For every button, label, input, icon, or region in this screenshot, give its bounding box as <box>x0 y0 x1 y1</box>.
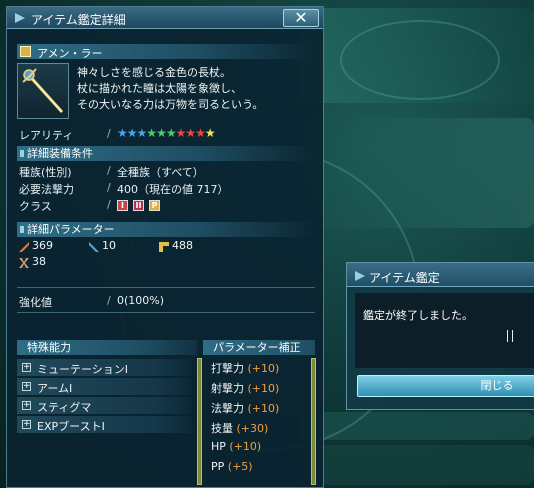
correction-label: 法撃力 <box>211 402 244 415</box>
rarity-star-icon: ★ <box>126 126 138 140</box>
staff-icon <box>22 68 64 114</box>
correction-heading: パラメーター補正 <box>203 340 315 355</box>
weapon-description-line: 神々しさを感じる金色の長杖。 <box>77 66 231 79</box>
stat-tech: 488 <box>172 239 193 252</box>
rarity-star-icon: ★ <box>117 126 128 140</box>
background-ring <box>340 20 500 100</box>
separator-slash: / <box>107 127 111 140</box>
item-detail-panel: アイテム鑑定詳細 ✕ アメン・ラー 神々しさを感じる金色の長杖。 杖に描かれた瞳… <box>6 6 324 488</box>
dialog-title: アイテム鑑定 <box>369 271 440 285</box>
expand-icon: + <box>22 381 31 391</box>
req-label-race: 種族(性別) <box>19 166 72 179</box>
ability-label: アームI <box>37 382 73 395</box>
ability-label: ミューテーションI <box>37 363 129 376</box>
ability-item[interactable]: + EXPブーストI <box>17 416 192 433</box>
rod-icon <box>20 46 31 57</box>
stat-dexterity: 38 <box>32 255 46 268</box>
parameters-heading: 詳細パラメーター <box>17 222 315 237</box>
correction-value: (+10) <box>247 402 280 415</box>
rarity-star-icon: ★ <box>195 126 206 140</box>
rarity-star-icon: ★ <box>156 126 167 140</box>
panel-title: アイテム鑑定詳細 <box>31 13 126 27</box>
title-marker-icon <box>355 271 365 281</box>
dialog-message: 鑑定が終了しました。 <box>363 309 473 322</box>
correction-value: (+10) <box>247 382 280 395</box>
class-phantom-icon: P <box>149 200 160 211</box>
correction-label: PP <box>211 460 225 473</box>
background-structure <box>300 445 534 485</box>
correction-value: (+30) <box>236 422 269 435</box>
divider <box>17 312 315 313</box>
rarity-star-icon: ★ <box>185 126 196 140</box>
abilities-scrollbar[interactable] <box>197 358 202 485</box>
ability-item[interactable]: + スティグマ <box>17 397 192 414</box>
tech-attack-icon <box>159 242 169 252</box>
weapon-name: アメン・ラー <box>37 47 103 60</box>
panel-title-bar[interactable]: アイテム鑑定詳細 ✕ <box>7 7 323 29</box>
req-value-race: 全種族（すべて） <box>117 166 204 179</box>
req-label-tech: 必要法撃力 <box>19 183 74 196</box>
rarity-star-icon: ★ <box>136 126 148 140</box>
correction-label: 打撃力 <box>211 362 244 375</box>
correction-label: 技量 <box>211 422 233 435</box>
dialog-close-button[interactable]: 閉じる <box>357 375 534 397</box>
rarity-star-icon: ★ <box>146 126 157 140</box>
rarity-star-icon: ★ <box>204 126 216 140</box>
weapon-description-line: その大いなる力は万物を司るという。 <box>77 98 264 111</box>
rarity-stars: ★★★★★★★★★★ <box>117 126 216 140</box>
rarity-star-icon: ★ <box>165 126 177 140</box>
appraisal-dialog: アイテム鑑定 鑑定が終了しました。 閉じる <box>346 262 534 410</box>
correction-row: PP (+5) <box>211 460 253 473</box>
grind-label: 強化値 <box>19 296 52 309</box>
req-label-class: クラス <box>19 200 52 213</box>
separator-slash: / <box>107 164 111 177</box>
weapon-description-line: 杖に描かれた瞳は太陽を象徴し、 <box>77 82 242 95</box>
dialog-title-bar[interactable]: アイテム鑑定 <box>347 263 534 287</box>
correction-value: (+5) <box>227 460 253 473</box>
correction-row: 法撃力 (+10) <box>211 400 279 416</box>
expand-icon: + <box>22 419 31 429</box>
dexterity-icon <box>19 258 29 268</box>
ability-item[interactable]: + アームI <box>17 378 192 395</box>
weapon-name-bar: アメン・ラー <box>17 44 315 60</box>
correction-row: HP (+10) <box>211 440 261 453</box>
stat-ranged: 10 <box>102 239 116 252</box>
grind-value: 0(100%) <box>117 294 165 307</box>
divider <box>17 287 315 288</box>
abilities-section: 特殊能力 + ミューテーションI + アームI + スティグマ + EXPブース… <box>17 340 202 485</box>
weapon-image <box>17 63 69 119</box>
correction-section: パラメーター補正 打撃力 (+10) 射撃力 (+10) 法撃力 (+10) 技… <box>203 340 316 485</box>
ability-item[interactable]: + ミューテーションI <box>17 359 192 376</box>
correction-label: 射撃力 <box>211 382 244 395</box>
correction-row: 技量 (+30) <box>211 420 268 436</box>
requirements-heading: 詳細装備条件 <box>17 146 315 161</box>
correction-scrollbar[interactable] <box>311 358 316 485</box>
correction-row: 打撃力 (+10) <box>211 360 279 376</box>
rarity-label: レアリティ <box>19 129 74 142</box>
expand-icon: + <box>22 362 31 372</box>
close-button[interactable]: ✕ <box>283 9 319 27</box>
correction-value: (+10) <box>229 440 262 453</box>
text-cursor-icon <box>507 330 513 342</box>
rarity-star-icon: ★ <box>175 126 187 140</box>
correction-value: (+10) <box>247 362 280 375</box>
separator-slash: / <box>107 294 111 307</box>
stat-melee: 369 <box>32 239 53 252</box>
melee-attack-icon <box>19 242 29 252</box>
correction-label: HP <box>211 440 226 453</box>
separator-slash: / <box>107 198 111 211</box>
expand-icon: + <box>22 400 31 410</box>
correction-row: 射撃力 (+10) <box>211 380 279 396</box>
separator-slash: / <box>107 181 111 194</box>
title-marker-icon <box>15 13 25 23</box>
class-fighter-icon: II <box>133 200 144 211</box>
abilities-heading: 特殊能力 <box>17 340 197 355</box>
req-value-tech: 400（現在の値 717） <box>117 183 229 196</box>
ability-label: スティグマ <box>37 401 92 414</box>
class-hunter-icon: I <box>117 200 128 211</box>
ability-label: EXPブーストI <box>37 420 105 433</box>
ranged-attack-icon <box>89 242 99 252</box>
